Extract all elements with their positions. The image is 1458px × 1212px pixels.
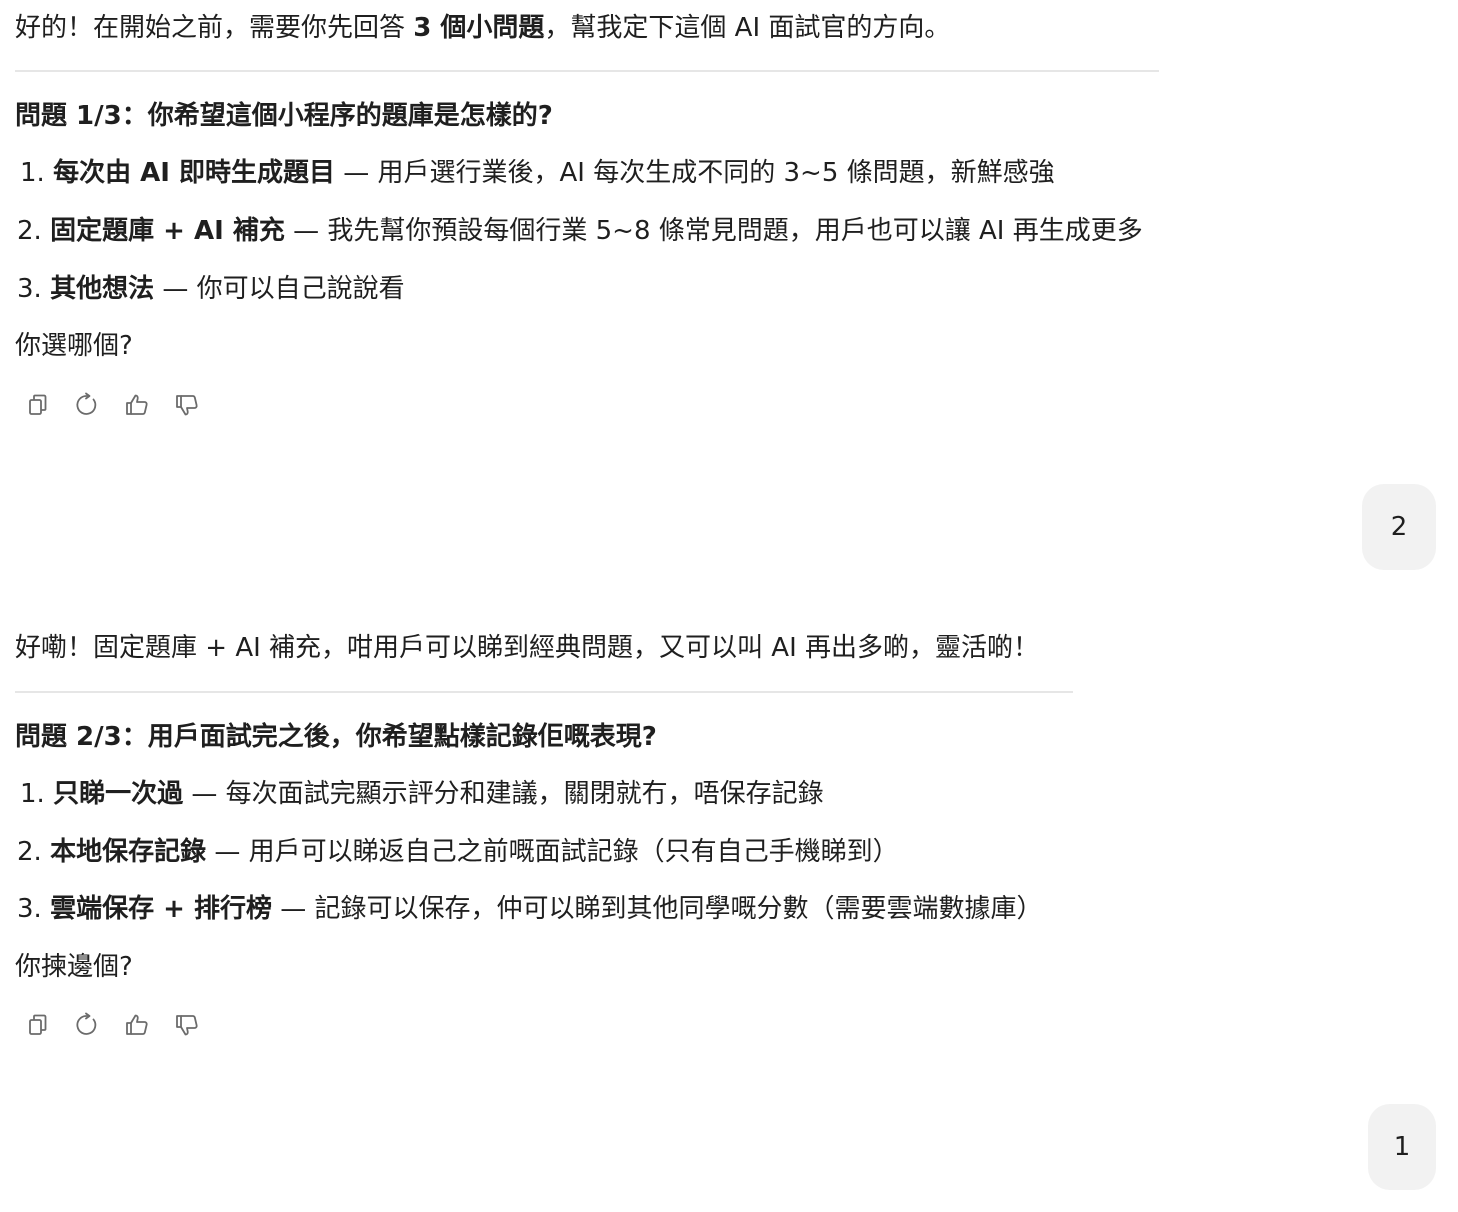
copy-button[interactable] (20, 388, 54, 422)
option-2-3: 3. 雲端保存 + 排行榜 — 記錄可以保存，仲可以睇到其他同學嘅分數（需要雲端… (17, 894, 1043, 924)
user-message-bubble: 2 (1362, 484, 1436, 570)
option-2-1: 1. 只睇一次過 — 每次面試完顯示評分和建議，關閉就冇，唔保存記錄 (20, 779, 824, 809)
thumbs-down-icon (176, 395, 198, 416)
regenerate-button[interactable] (70, 1008, 104, 1042)
option-1-1: 1. 每次由 AI 即時生成題目 — 用戶選行業後，AI 每次生成不同的 3~5… (20, 158, 1055, 188)
message-actions-2 (20, 1008, 204, 1042)
divider-2 (15, 691, 1073, 693)
option-1-2: 2. 固定題庫 + AI 補充 — 我先幫你預設每個行業 5~8 條常見問題，用… (17, 216, 1143, 246)
user-message-text: 2 (1390, 512, 1408, 542)
thumbs-up-button[interactable] (120, 1008, 154, 1042)
assistant-intro-2: 好嘞！固定題庫 + AI 補充，咁用戶可以睇到經典問題，又可以叫 AI 再出多啲… (15, 633, 1040, 663)
thumbs-up-icon (126, 394, 148, 415)
regenerate-button[interactable] (70, 388, 104, 422)
divider-1 (15, 70, 1159, 72)
thumbs-down-button[interactable] (170, 1008, 204, 1042)
thumbs-up-button[interactable] (120, 388, 154, 422)
assistant-prompt-2: 你揀邊個? (15, 952, 133, 982)
question-heading-2: 問題 2/3：用戶面試完之後，你希望點樣記錄佢嘅表現? (15, 722, 657, 752)
assistant-intro-1: 好的！在開始之前，需要你先回答 3 個小問題，幫我定下這個 AI 面試官的方向。 (15, 13, 951, 43)
message-actions-1 (20, 388, 204, 422)
copy-icon (29, 1014, 47, 1035)
option-2-2: 2. 本地保存記錄 — 用戶可以睇返自己之前嘅面試記錄（只有自己手機睇到） (17, 837, 899, 867)
copy-icon (29, 394, 47, 415)
thumbs-down-icon (176, 1015, 198, 1036)
regenerate-icon (76, 392, 97, 415)
question-heading-1: 問題 1/3：你希望這個小程序的題庫是怎樣的? (15, 101, 553, 131)
assistant-prompt-1: 你選哪個? (15, 331, 133, 361)
thumbs-up-icon (126, 1014, 148, 1035)
option-1-3: 3. 其他想法 — 你可以自己說說看 (17, 274, 405, 304)
copy-button[interactable] (20, 1008, 54, 1042)
thumbs-down-button[interactable] (170, 388, 204, 422)
regenerate-icon (76, 1012, 97, 1035)
user-message-bubble: 1 (1368, 1104, 1436, 1190)
user-message-text: 1 (1393, 1132, 1411, 1162)
